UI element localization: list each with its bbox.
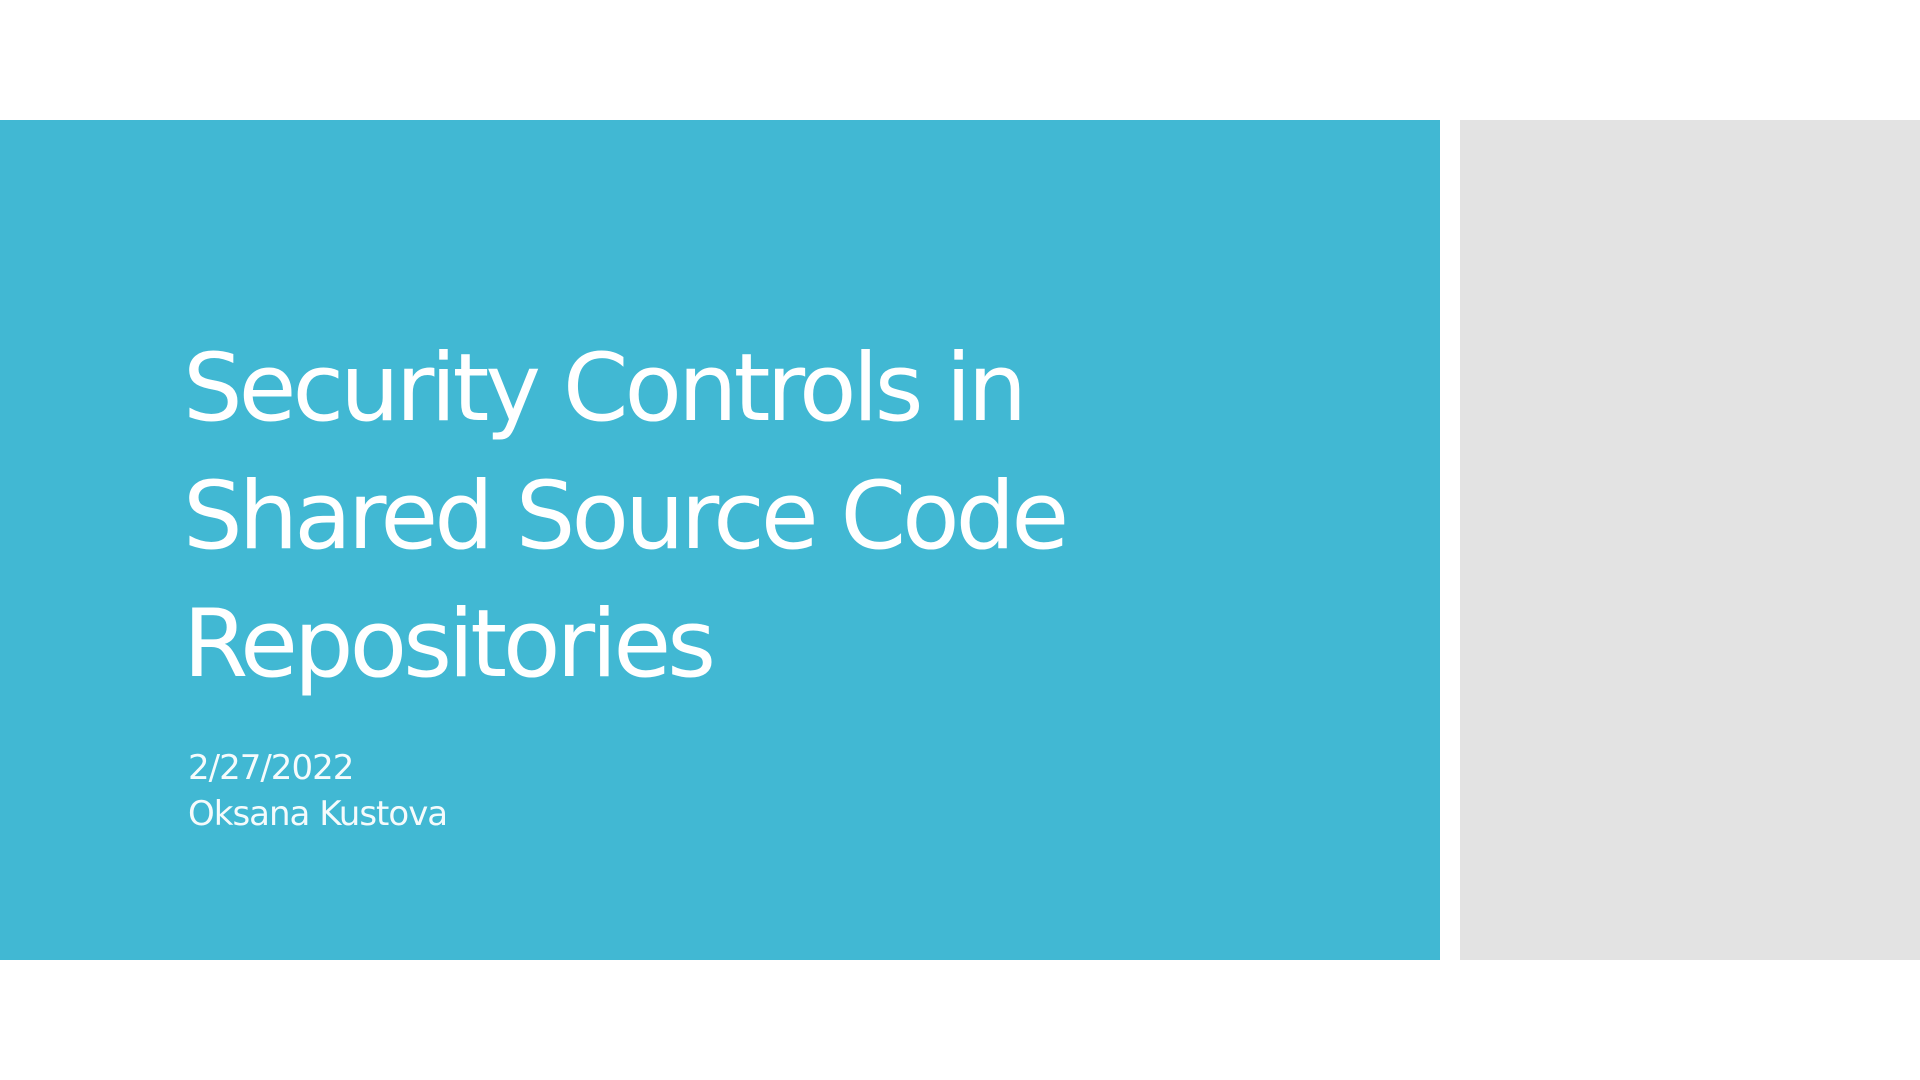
slide-title-line-3: Repositories bbox=[183, 590, 716, 699]
slide-title-line-1: Security Controls in bbox=[183, 334, 1027, 443]
slide-date: 2/27/2022 bbox=[188, 748, 354, 788]
side-panel bbox=[1460, 120, 1920, 960]
slide-title-line-2: Shared Source Code bbox=[183, 462, 1069, 571]
slide-subtitle: 2/27/2022 Oksana Kustova bbox=[188, 745, 448, 837]
presentation-slide: Security Controls in Shared Source Code … bbox=[0, 0, 1920, 1080]
slide-title: Security Controls in Shared Source Code … bbox=[183, 325, 1383, 709]
slide-author: Oksana Kustova bbox=[188, 794, 448, 834]
